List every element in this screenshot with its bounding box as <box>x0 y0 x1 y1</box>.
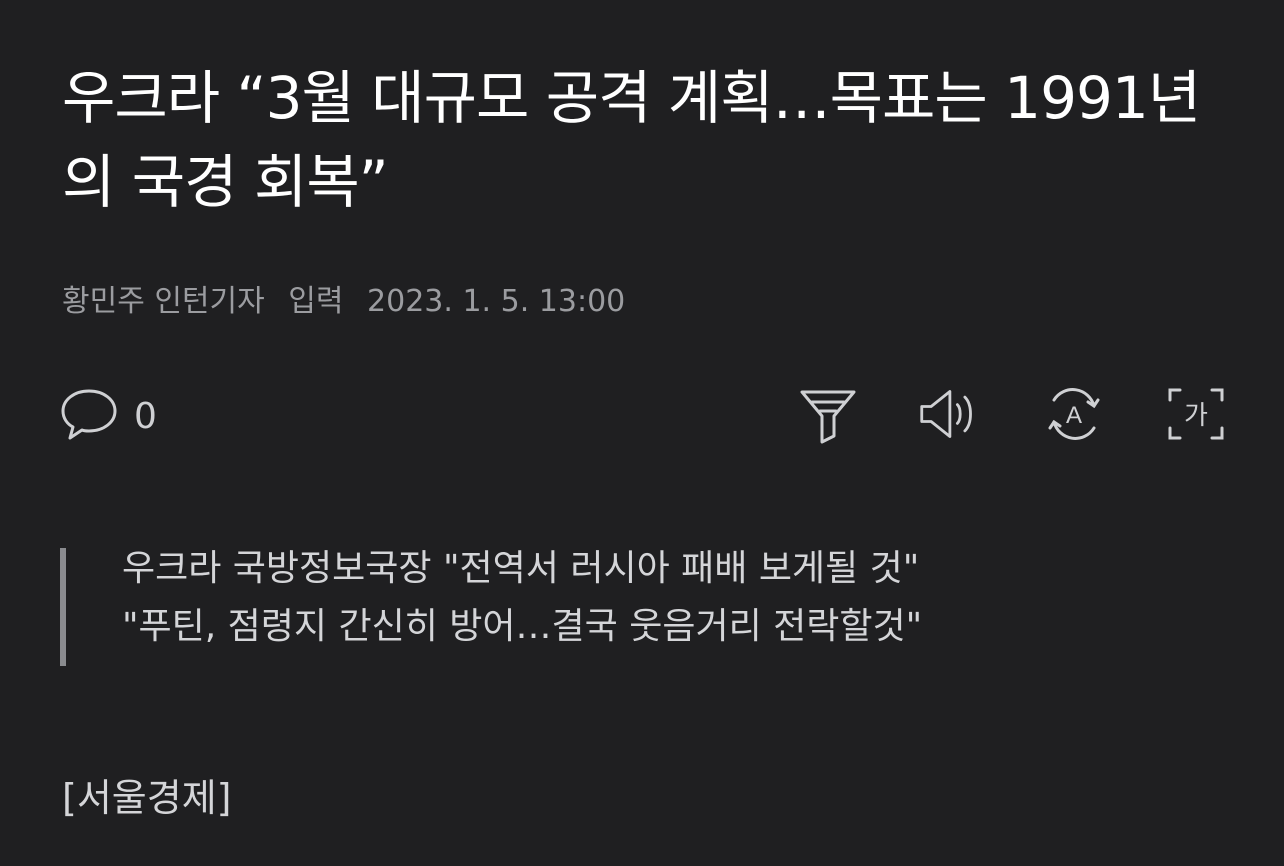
article-title: 우크라 “3월 대규모 공격 계획…목표는 1991년의 국경 회복” <box>62 64 1201 216</box>
article-toolbar: 0 A 가 <box>0 380 1284 452</box>
translate-button[interactable]: A <box>1044 386 1104 446</box>
font-size-icon: 가 <box>1166 384 1226 448</box>
svg-text:A: A <box>1066 402 1082 429</box>
article-source: [서울경제] <box>62 776 232 820</box>
article-summary: 우크라 국방정보국장 "전역서 러시아 패배 보게될 것" "푸틴, 점령지 간… <box>60 548 922 666</box>
summary-line: 우크라 국방정보국장 "전역서 러시아 패배 보게될 것" <box>122 548 920 589</box>
speaker-icon <box>918 384 978 448</box>
font-size-button[interactable]: 가 <box>1166 386 1226 446</box>
comment-icon <box>60 386 118 446</box>
text-to-speech-button[interactable] <box>918 386 978 446</box>
byline: 황민주 인턴기자 입력 2023. 1. 5. 13:00 <box>62 282 625 322</box>
comment-button[interactable]: 0 <box>60 386 157 446</box>
comment-count: 0 <box>134 395 157 437</box>
translate-icon: A <box>1044 384 1104 448</box>
summary-line: "푸틴, 점령지 간신히 방어…결국 웃음거리 전락할것" <box>122 606 923 647</box>
reporter-name: 황민주 인턴기자 <box>62 284 265 319</box>
publish-timestamp: 2023. 1. 5. 13:00 <box>367 284 626 319</box>
filter-button[interactable] <box>798 386 858 446</box>
svg-text:가: 가 <box>1184 401 1208 431</box>
filter-icon <box>798 384 858 448</box>
input-label: 입력 <box>288 284 344 319</box>
